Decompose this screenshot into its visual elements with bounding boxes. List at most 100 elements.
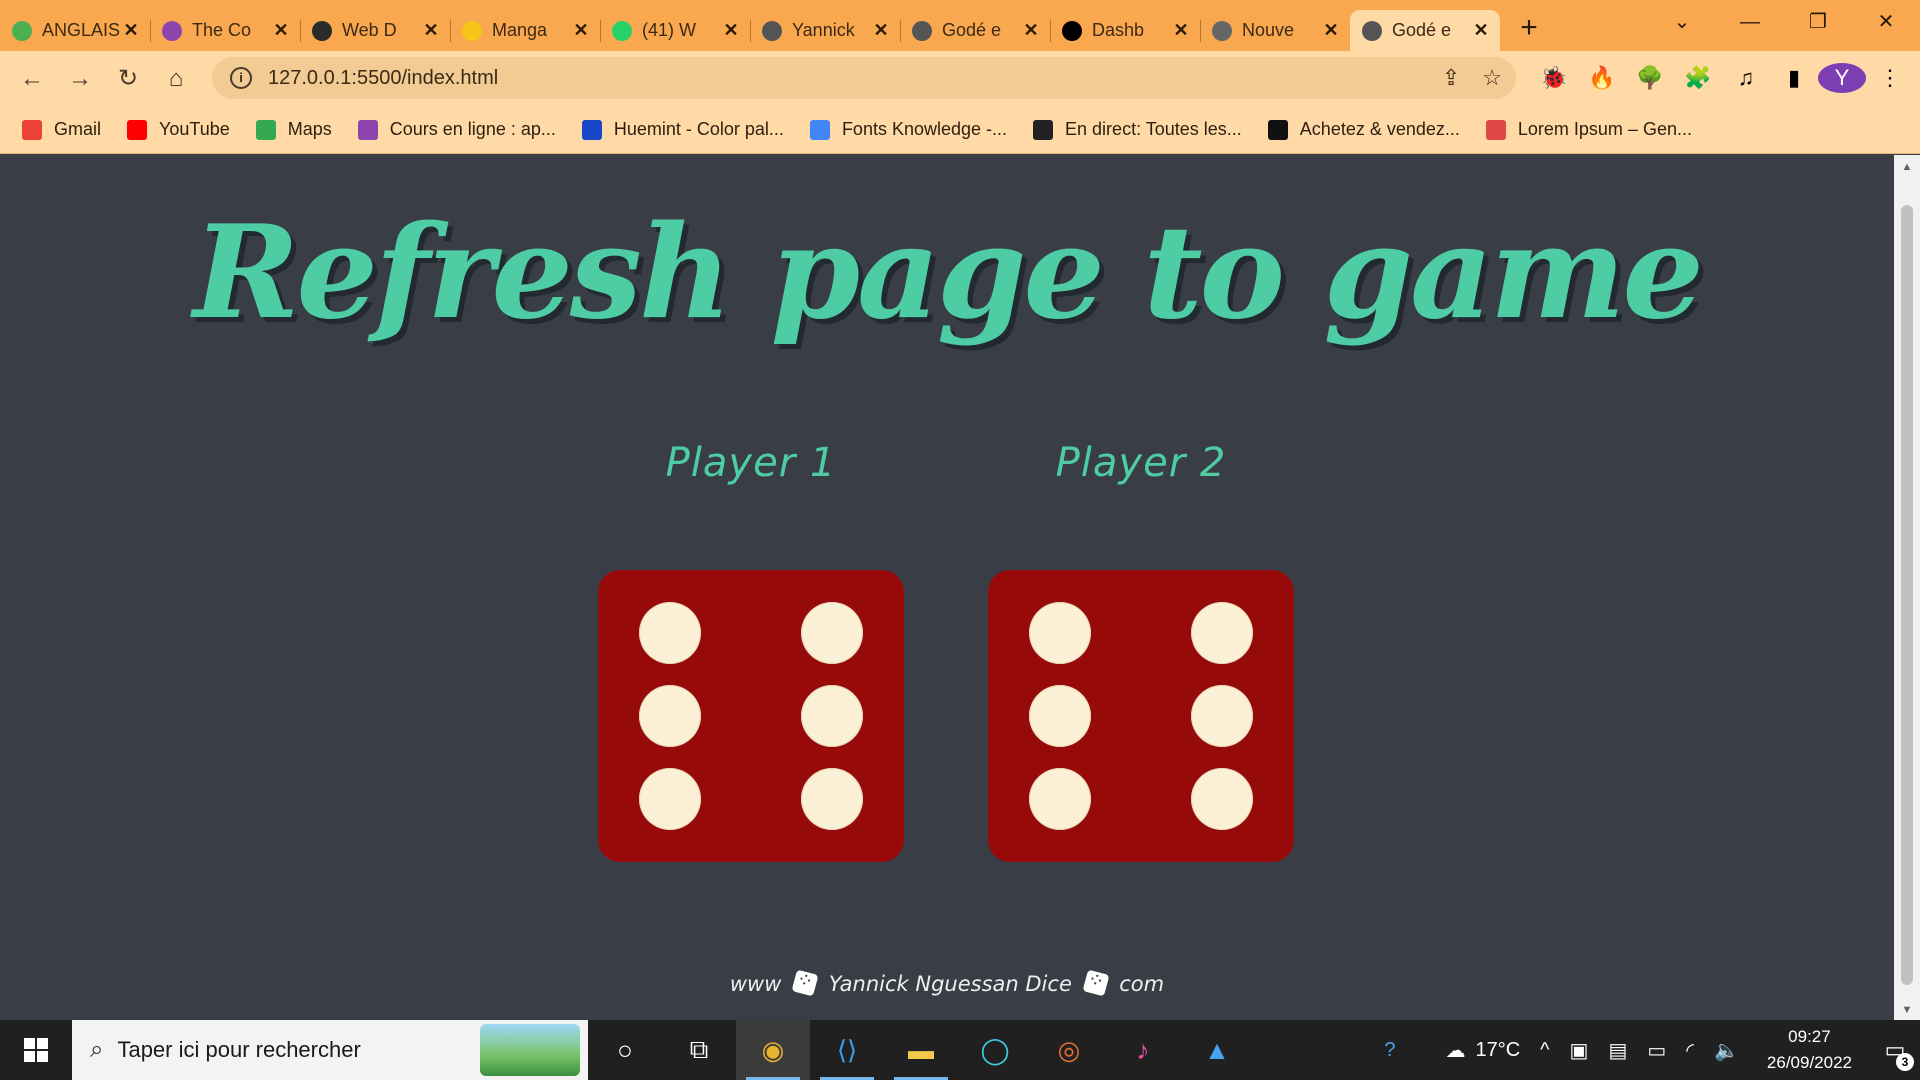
- side-panel-icon[interactable]: ▮: [1770, 65, 1818, 91]
- browser-tab[interactable]: Nouve ✕: [1200, 10, 1350, 51]
- close-tab-icon[interactable]: ✕: [872, 20, 890, 41]
- start-button[interactable]: [0, 1020, 72, 1080]
- close-tab-icon[interactable]: ✕: [1322, 20, 1340, 41]
- die-pip: [638, 601, 701, 664]
- taskbar-search-placeholder: Taper ici pour rechercher: [117, 1037, 361, 1062]
- scroll-up-arrow-icon[interactable]: ▲: [1894, 161, 1920, 173]
- youtube-icon: [127, 119, 148, 140]
- close-tab-icon[interactable]: ✕: [1022, 20, 1040, 41]
- address-bar[interactable]: i 127.0.0.1:5500/index.html ⇪ ☆: [212, 57, 1516, 99]
- whatsapp-icon: [612, 20, 632, 41]
- close-window-button[interactable]: ✕: [1852, 0, 1920, 44]
- reload-button[interactable]: ↻: [104, 64, 152, 93]
- bug-extension-icon[interactable]: 🐞: [1530, 65, 1578, 91]
- close-tab-icon[interactable]: ✕: [1472, 20, 1490, 41]
- file-explorer-icon[interactable]: ▬: [884, 1020, 958, 1080]
- vertical-scrollbar[interactable]: ▲ ▼: [1894, 155, 1920, 1020]
- bookmark-item[interactable]: Achetez & vendez...: [1267, 119, 1460, 140]
- close-tab-icon[interactable]: ✕: [1172, 20, 1190, 41]
- bookmark-star-icon[interactable]: ☆: [1482, 65, 1502, 91]
- new-tab-button[interactable]: +: [1504, 11, 1554, 45]
- maps-icon: [255, 119, 276, 140]
- die-pip: [1191, 685, 1254, 747]
- taskbar-search[interactable]: ⌕ Taper ici pour rechercher: [72, 1020, 588, 1080]
- weather-cloud-icon[interactable]: ☁: [1435, 1038, 1475, 1063]
- close-tab-icon[interactable]: ✕: [272, 20, 290, 41]
- browser-tab[interactable]: Godé e ✕: [900, 10, 1050, 51]
- bookmark-item[interactable]: Gmail: [22, 119, 101, 140]
- browser-tab[interactable]: Godé e ✕: [1350, 10, 1500, 51]
- volume-icon[interactable]: 🔈: [1704, 1038, 1749, 1063]
- battery-icon[interactable]: ▭: [1637, 1038, 1676, 1063]
- browser-tab[interactable]: (41) W ✕: [600, 10, 750, 51]
- bookmark-item[interactable]: Maps: [255, 119, 332, 140]
- browser-tab[interactable]: Yannick ✕: [750, 10, 900, 51]
- task-view-icon[interactable]: ⧉: [662, 1020, 736, 1080]
- cortana-icon[interactable]: ○: [588, 1020, 662, 1080]
- browser-tab[interactable]: The Co ✕: [150, 10, 300, 51]
- scrollbar-thumb[interactable]: [1901, 205, 1913, 985]
- clock[interactable]: 09:27 26/09/2022: [1749, 1024, 1870, 1076]
- forward-button[interactable]: →: [56, 65, 104, 93]
- bookmark-label: En direct: Toutes les...: [1065, 119, 1242, 139]
- bookmark-item[interactable]: Huemint - Color pal...: [581, 119, 784, 140]
- gmail-icon: [22, 119, 42, 140]
- chrome-taskbar-icon[interactable]: ◉: [736, 1020, 810, 1080]
- media-player-icon[interactable]: ◎: [1032, 1020, 1106, 1080]
- wifi-icon[interactable]: ◜: [1676, 1038, 1704, 1063]
- m-logo-icon: [462, 20, 482, 41]
- restore-button[interactable]: ❐: [1784, 0, 1852, 44]
- notification-icon[interactable]: ▭ 3: [1870, 1037, 1920, 1071]
- help-icon[interactable]: ?: [1374, 1039, 1405, 1062]
- tab-title: (41) W: [642, 20, 696, 40]
- bookmark-item[interactable]: En direct: Toutes les...: [1033, 119, 1242, 140]
- udemy-icon: [357, 119, 378, 140]
- screen-icon[interactable]: ▤: [1598, 1038, 1637, 1063]
- media-control-icon[interactable]: ♫: [1722, 65, 1770, 91]
- huemint-icon: [581, 119, 602, 140]
- hand-icon: [312, 20, 332, 41]
- home-button[interactable]: ⌂: [152, 65, 200, 93]
- clock-date: 26/09/2022: [1766, 1053, 1852, 1072]
- close-tab-icon[interactable]: ✕: [122, 20, 140, 41]
- browser-tab[interactable]: Dashb ✕: [1050, 10, 1200, 51]
- close-tab-icon[interactable]: ✕: [422, 20, 440, 41]
- tab-search-icon[interactable]: ⌄: [1648, 0, 1716, 44]
- bookmark-label: Maps: [287, 119, 332, 139]
- itunes-icon[interactable]: ♪: [1106, 1020, 1180, 1080]
- dice-icon: [1082, 969, 1110, 997]
- browser-tab[interactable]: Manga ✕: [450, 10, 600, 51]
- fire-extension-icon[interactable]: 🔥: [1578, 65, 1626, 91]
- footer: www Yannick Nguessan Dice com: [0, 969, 1894, 997]
- die-pip: [638, 768, 701, 831]
- back-button[interactable]: ←: [8, 65, 56, 93]
- html-extension-icon[interactable]: 🌳: [1626, 65, 1674, 91]
- browser-tab[interactable]: ANGLAIS ✕: [0, 10, 150, 51]
- globe-icon: [1362, 20, 1382, 41]
- profile-avatar[interactable]: Y: [1818, 63, 1866, 93]
- temperature[interactable]: 17°C: [1475, 1039, 1530, 1062]
- menu-kebab-icon[interactable]: ⋮: [1866, 65, 1914, 91]
- bookmark-item[interactable]: YouTube: [127, 119, 230, 140]
- opera-icon[interactable]: ◯: [958, 1020, 1032, 1080]
- bookmark-item[interactable]: Fonts Knowledge -...: [809, 119, 1007, 140]
- meet-now-icon[interactable]: ▣: [1560, 1038, 1599, 1063]
- site-info-icon[interactable]: i: [230, 67, 252, 89]
- photos-icon[interactable]: ▲: [1180, 1020, 1254, 1080]
- chevron-up-icon[interactable]: ^: [1530, 1039, 1559, 1062]
- close-tab-icon[interactable]: ✕: [722, 20, 740, 41]
- tab-title: Yannick: [792, 20, 855, 40]
- share-icon[interactable]: ⇪: [1442, 65, 1460, 91]
- minimize-button[interactable]: —: [1716, 0, 1784, 44]
- plus-icon: [1033, 119, 1054, 140]
- die-pip: [1028, 685, 1091, 747]
- bookmark-item[interactable]: Lorem Ipsum – Gen...: [1485, 119, 1692, 140]
- bookmark-item[interactable]: Cours en ligne : ap...: [357, 119, 556, 140]
- scroll-down-arrow-icon[interactable]: ▼: [1894, 1004, 1920, 1016]
- close-tab-icon[interactable]: ✕: [572, 20, 590, 41]
- puzzle-extensions-icon[interactable]: 🧩: [1674, 65, 1722, 91]
- player2-label: Player 2: [1055, 440, 1227, 486]
- vscode-taskbar-icon[interactable]: ⟨⟩: [810, 1020, 884, 1080]
- browser-tab[interactable]: Web D ✕: [300, 10, 450, 51]
- die-pip: [1191, 601, 1254, 664]
